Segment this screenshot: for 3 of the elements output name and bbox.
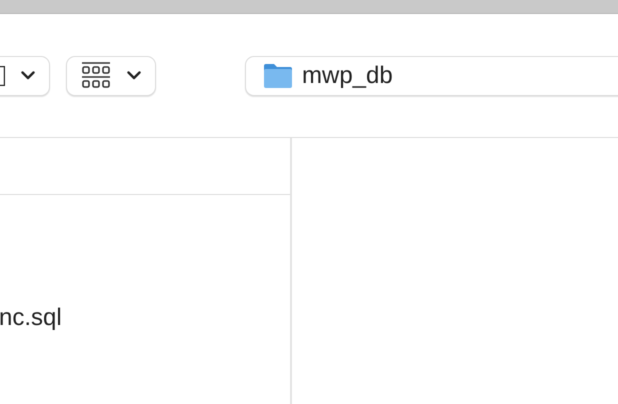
folder-name: mwp_db [302, 62, 393, 90]
file-name[interactable]: nc.sql [0, 304, 62, 332]
path-bar[interactable]: mwp_db [245, 56, 618, 96]
